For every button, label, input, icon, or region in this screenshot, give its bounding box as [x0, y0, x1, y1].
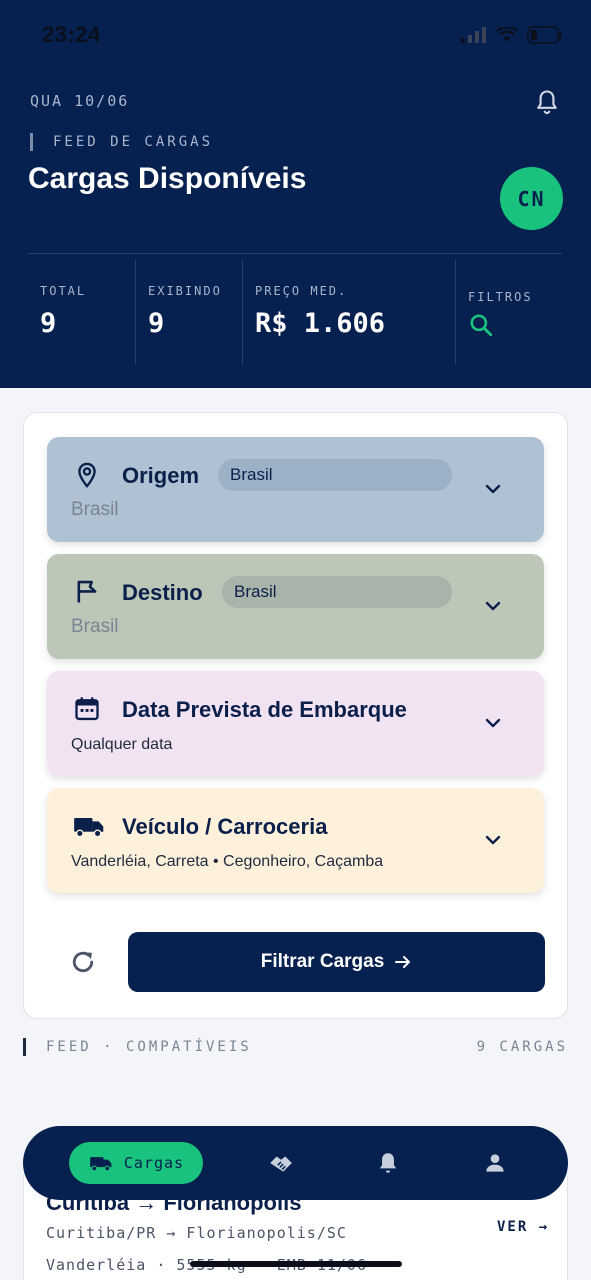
home-indicator	[190, 1261, 402, 1267]
filter-origin-subtitle: Brasil	[71, 499, 119, 520]
stat-label: PREÇO MED.	[255, 284, 348, 298]
chevron-down-icon[interactable]	[483, 479, 503, 499]
chevron-down-icon[interactable]	[483, 713, 503, 733]
feed-count: 9 CARGAS	[476, 1039, 568, 1055]
filter-destination-chip: Brasil	[222, 576, 452, 608]
handshake-icon[interactable]	[268, 1150, 294, 1176]
filter-destination[interactable]: Destino Brasil Brasil	[47, 554, 544, 659]
filter-origin[interactable]: Origem Brasil Brasil	[47, 437, 544, 542]
truck-icon	[90, 1157, 112, 1172]
nav-item-cargas-label: Cargas	[123, 1154, 185, 1172]
stat-value: R$ 1.606	[255, 308, 386, 339]
nav-item-cargas[interactable]: Cargas	[69, 1142, 203, 1184]
filter-destination-title: Destino	[122, 580, 203, 605]
filter-origin-title: Origem	[122, 463, 200, 488]
stat-total: TOTAL 9	[28, 260, 135, 365]
header-kicker: FEED DE CARGAS	[30, 133, 213, 151]
stat-value: 9	[40, 308, 57, 339]
filter-card: Origem Brasil Brasil Destino Brasil Bras…	[23, 412, 568, 1019]
filter-date-subtitle: Qualquer data	[71, 736, 173, 753]
header-date: QUA 10/06	[30, 92, 130, 110]
user-icon[interactable]	[482, 1150, 508, 1176]
status-icons	[461, 26, 563, 44]
stat-value: 9	[148, 308, 165, 339]
bell-icon[interactable]	[375, 1150, 401, 1176]
header-divider	[28, 253, 562, 254]
signal-icon	[461, 27, 486, 43]
filter-vehicle-title: Veículo / Carroceria	[122, 814, 328, 839]
chevron-down-icon[interactable]	[483, 596, 503, 616]
flag-icon	[77, 580, 97, 603]
stat-filters[interactable]: FILTROS	[455, 260, 562, 365]
filter-date[interactable]: Data Prevista de Embarque Qualquer data	[47, 671, 544, 776]
arrow-right-icon	[395, 956, 411, 968]
stat-avg-price: PREÇO MED. R$ 1.606	[242, 260, 455, 365]
filter-submit-label: Filtrar Cargas	[260, 951, 385, 972]
truck-icon	[74, 818, 104, 838]
search-icon[interactable]	[468, 312, 494, 338]
wifi-icon	[497, 27, 517, 42]
stat-label: EXIBINDO	[148, 284, 222, 298]
avatar[interactable]: CN	[500, 167, 563, 230]
load-route: Curitiba/PR → Florianopolis/SC	[46, 1224, 347, 1242]
feed-heading: FEED · COMPATÍVEIS	[23, 1038, 252, 1056]
filter-submit-button[interactable]: Filtrar Cargas	[128, 932, 545, 992]
stat-label: TOTAL	[40, 284, 87, 298]
filter-date-title: Data Prevista de Embarque	[122, 697, 407, 722]
filter-vehicle-subtitle: Vanderléia, Carreta • Cegonheiro, Caçamb…	[71, 853, 384, 870]
stat-showing: EXIBINDO 9	[135, 260, 242, 365]
map-pin-icon	[78, 462, 96, 488]
load-view-link[interactable]: VER →	[497, 1219, 549, 1235]
calendar-icon	[75, 697, 99, 721]
app-header: 23:24 QUA 10/06 FEED DE CARGAS Cargas Di…	[0, 0, 591, 388]
filter-vehicle[interactable]: Veículo / Carroceria Vanderléia, Carreta…	[47, 788, 544, 893]
bottom-nav: Cargas	[23, 1126, 568, 1200]
refresh-icon[interactable]	[69, 948, 97, 976]
stat-label: FILTROS	[468, 290, 533, 304]
chevron-down-icon[interactable]	[483, 830, 503, 850]
page-title: Cargas Disponíveis	[28, 162, 307, 195]
bell-icon[interactable]	[533, 88, 561, 116]
filter-origin-chip: Brasil	[218, 459, 452, 491]
filter-destination-subtitle: Brasil	[71, 616, 119, 637]
status-time: 23:24	[42, 22, 101, 47]
battery-icon	[527, 26, 562, 44]
status-bar: 23:24	[0, 0, 591, 70]
